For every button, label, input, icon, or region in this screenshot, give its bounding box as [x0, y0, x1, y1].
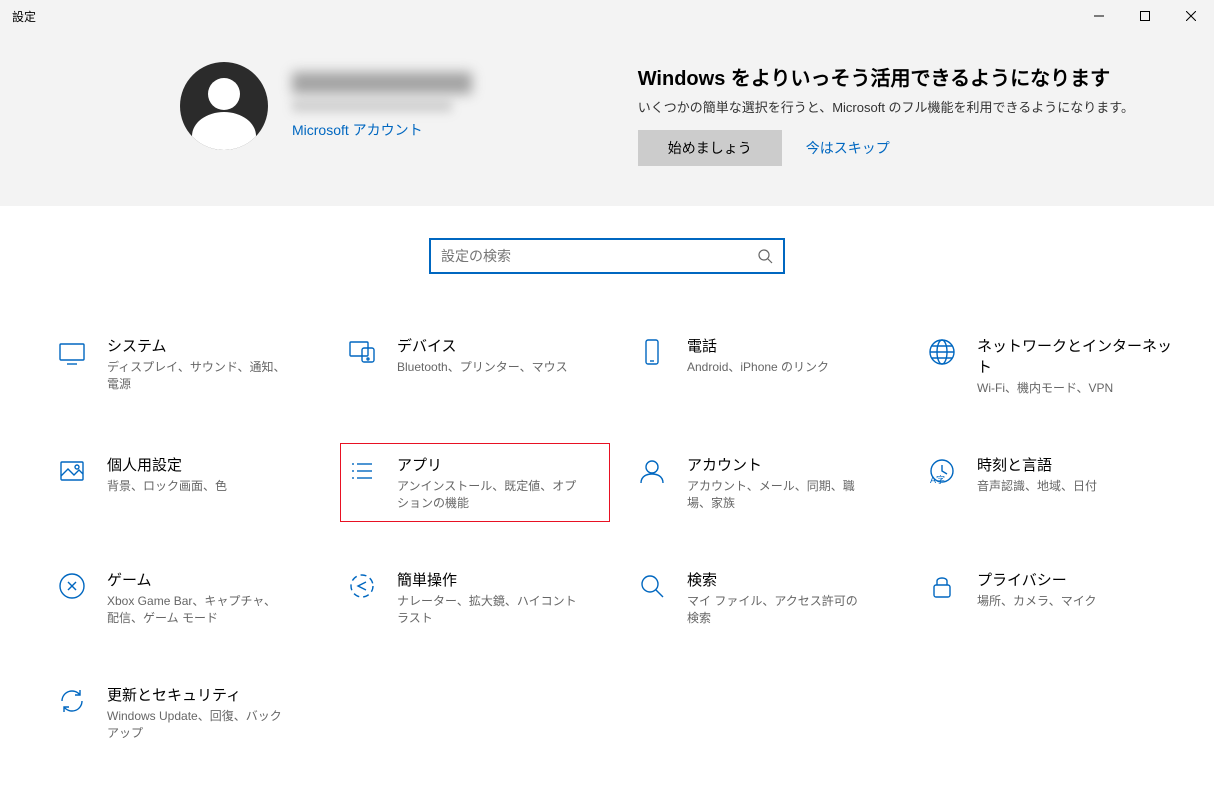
ms-account-link[interactable]: Microsoft アカウント — [292, 120, 472, 140]
category-desc: Wi-Fi、機内モード、VPN — [977, 379, 1157, 396]
category-ease[interactable]: 簡単操作ナレーター、拡大鏡、ハイコントラスト — [340, 558, 610, 637]
category-system[interactable]: システムディスプレイ、サウンド、通知、電源 — [50, 324, 320, 407]
accounts-icon — [635, 454, 669, 488]
phone-icon — [635, 335, 669, 369]
category-text: 個人用設定背景、ロック画面、色 — [107, 454, 227, 511]
promo-subtitle: いくつかの簡単な選択を行うと、Microsoft のフル機能を利用できるようにな… — [638, 97, 1134, 116]
category-text: プライバシー場所、カメラ、マイク — [977, 569, 1097, 626]
search-input[interactable] — [441, 248, 757, 264]
category-desc: Android、iPhone のリンク — [687, 358, 829, 375]
profile-text: Microsoft アカウント — [292, 72, 472, 140]
minimize-button[interactable] — [1076, 0, 1122, 32]
profile-email-redacted — [292, 100, 452, 112]
category-gaming[interactable]: ゲームXbox Game Bar、キャプチャ、配信、ゲーム モード — [50, 558, 320, 637]
category-title: ネットワークとインターネット — [977, 335, 1177, 377]
category-title: デバイス — [397, 335, 568, 356]
category-network[interactable]: ネットワークとインターネット Wi-Fi、機内モード、VPN — [920, 324, 1190, 407]
system-icon — [55, 335, 89, 369]
category-personal[interactable]: 個人用設定背景、ロック画面、色 — [50, 443, 320, 522]
category-text: 簡単操作ナレーター、拡大鏡、ハイコントラスト — [397, 569, 577, 626]
search-row — [0, 206, 1214, 284]
search-box[interactable] — [429, 238, 785, 274]
category-title: 検索 — [687, 569, 867, 590]
privacy-icon — [925, 569, 959, 603]
category-accounts[interactable]: アカウントアカウント、メール、同期、職場、家族 — [630, 443, 900, 522]
category-desc: マイ ファイル、アクセス許可の検索 — [687, 592, 867, 626]
category-desc: ディスプレイ、サウンド、通知、電源 — [107, 358, 287, 392]
category-text: システムディスプレイ、サウンド、通知、電源 — [107, 335, 287, 396]
ease-icon — [345, 569, 379, 603]
category-title: プライバシー — [977, 569, 1097, 590]
maximize-icon — [1140, 11, 1150, 21]
category-title: システム — [107, 335, 287, 356]
category-text: アプリアンインストール、既定値、オプションの機能 — [397, 454, 577, 511]
category-text: ネットワークとインターネット Wi-Fi、機内モード、VPN — [977, 335, 1177, 396]
category-desc: Windows Update、回復、バックアップ — [107, 707, 287, 741]
category-title: 簡単操作 — [397, 569, 577, 590]
category-desc: アンインストール、既定値、オプションの機能 — [397, 477, 577, 511]
promo-actions: 始めましょう 今はスキップ — [638, 130, 1134, 166]
category-desc: ナレーター、拡大鏡、ハイコントラスト — [397, 592, 577, 626]
category-title: 個人用設定 — [107, 454, 227, 475]
personal-icon — [55, 454, 89, 488]
profile-section: Microsoft アカウント — [180, 62, 472, 150]
category-update[interactable]: 更新とセキュリティWindows Update、回復、バックアップ — [50, 673, 320, 752]
categories-grid: システムディスプレイ、サウンド、通知、電源 デバイス Bluetooth、プリンター… — [0, 284, 1214, 752]
apps-icon — [345, 454, 379, 488]
devices-icon — [345, 335, 379, 369]
category-title: 更新とセキュリティ — [107, 684, 287, 705]
category-text: 検索マイ ファイル、アクセス許可の検索 — [687, 569, 867, 626]
gaming-icon — [55, 569, 89, 603]
category-devices[interactable]: デバイス Bluetooth、プリンター、マウス — [340, 324, 610, 407]
category-time[interactable]: 時刻と言語音声認識、地域、日付 — [920, 443, 1190, 522]
network-icon — [925, 335, 959, 369]
promo-block: Windows をよりいっそう活用できるようになります いくつかの簡単な選択を行… — [638, 62, 1134, 166]
category-desc: 背景、ロック画面、色 — [107, 477, 227, 494]
close-icon — [1186, 11, 1196, 21]
category-search[interactable]: 検索マイ ファイル、アクセス許可の検索 — [630, 558, 900, 637]
close-button[interactable] — [1168, 0, 1214, 32]
category-text: 時刻と言語音声認識、地域、日付 — [977, 454, 1097, 511]
promo-title: Windows をよりいっそう活用できるようになります — [638, 62, 1134, 91]
window-title: 設定 — [12, 8, 36, 25]
category-title: ゲーム — [107, 569, 287, 590]
category-title: 電話 — [687, 335, 829, 356]
avatar[interactable] — [180, 62, 268, 150]
category-text: 電話 Android、iPhone のリンク — [687, 335, 829, 396]
category-apps[interactable]: アプリアンインストール、既定値、オプションの機能 — [340, 443, 610, 522]
category-text: 更新とセキュリティWindows Update、回復、バックアップ — [107, 684, 287, 741]
category-desc: 音声認識、地域、日付 — [977, 477, 1097, 494]
search-icon — [635, 569, 669, 603]
time-icon — [925, 454, 959, 488]
window-controls — [1076, 0, 1214, 32]
category-privacy[interactable]: プライバシー場所、カメラ、マイク — [920, 558, 1190, 637]
minimize-icon — [1094, 11, 1104, 21]
promo-start-button[interactable]: 始めましょう — [638, 130, 782, 166]
search-icon — [757, 248, 773, 264]
category-phone[interactable]: 電話 Android、iPhone のリンク — [630, 324, 900, 407]
category-title: アカウント — [687, 454, 867, 475]
category-title: アプリ — [397, 454, 577, 475]
promo-skip-link[interactable]: 今はスキップ — [806, 138, 890, 158]
category-desc: 場所、カメラ、マイク — [977, 592, 1097, 609]
category-title: 時刻と言語 — [977, 454, 1097, 475]
profile-name-redacted — [292, 72, 472, 94]
category-desc: アカウント、メール、同期、職場、家族 — [687, 477, 867, 511]
category-desc: Xbox Game Bar、キャプチャ、配信、ゲーム モード — [107, 592, 287, 626]
category-text: デバイス Bluetooth、プリンター、マウス — [397, 335, 568, 396]
maximize-button[interactable] — [1122, 0, 1168, 32]
category-desc: Bluetooth、プリンター、マウス — [397, 358, 568, 375]
header-block: Microsoft アカウント Windows をよりいっそう活用できるようにな… — [0, 32, 1214, 206]
update-icon — [55, 684, 89, 718]
category-text: ゲームXbox Game Bar、キャプチャ、配信、ゲーム モード — [107, 569, 287, 626]
titlebar: 設定 — [0, 0, 1214, 32]
category-text: アカウントアカウント、メール、同期、職場、家族 — [687, 454, 867, 511]
